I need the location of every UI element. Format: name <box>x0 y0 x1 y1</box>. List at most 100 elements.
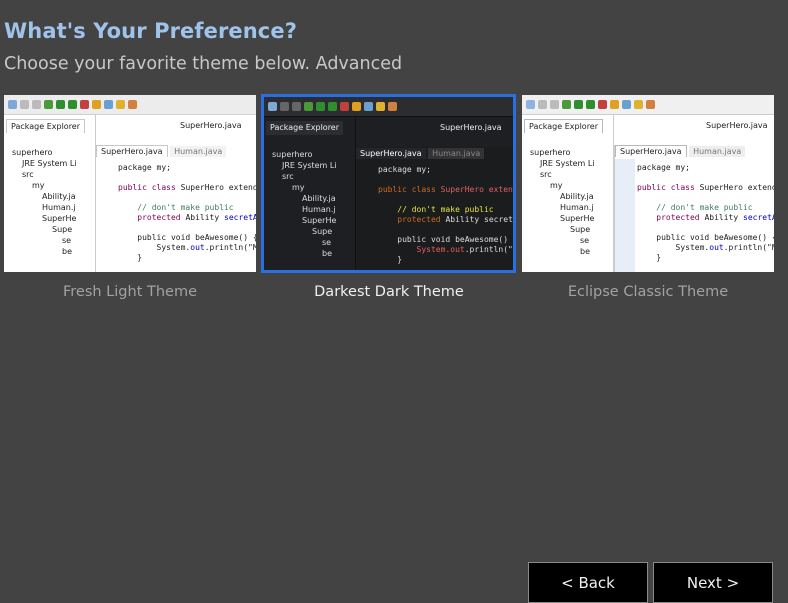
code-keyword: public class <box>378 185 436 194</box>
tree-item: src <box>540 170 552 179</box>
editor-pane: SuperHero.java Human.java package my; pu… <box>96 145 256 272</box>
tree-item: Ability.ja <box>302 194 336 203</box>
editor-tab-inactive: Human.java <box>689 146 746 157</box>
code-comment: // don't make public <box>137 203 234 212</box>
code-field: secretAbi <box>484 215 513 224</box>
editor-top-tab: SuperHero.java <box>706 121 768 130</box>
editor-pane: SuperHero.java Human.java package my; pu… <box>614 145 774 272</box>
package-explorer-pane: Package Explorer superhero JRE System Li… <box>522 115 614 272</box>
editor-top-tab: SuperHero.java <box>180 121 242 130</box>
code-text: SuperHero extends <box>699 183 774 192</box>
tree-item: Human.j <box>42 203 76 212</box>
code-line: package my; <box>637 163 690 172</box>
tree-item: se <box>62 236 72 245</box>
code-field: out <box>709 243 724 252</box>
editor-tabs: SuperHero.java Human.java <box>615 145 746 159</box>
code-field: secretAbi <box>224 213 256 222</box>
next-button[interactable]: Next > <box>653 562 773 603</box>
tree-item: JRE System Li <box>22 159 77 168</box>
code-keyword: protected <box>397 215 441 224</box>
light-ide-preview: Package Explorer superhero JRE System Li… <box>4 95 256 272</box>
editor-tabs: SuperHero.java Human.java <box>96 145 227 159</box>
tree-item: be <box>62 247 72 256</box>
code-line: } <box>137 253 143 262</box>
package-explorer-pane: Package Explorer superhero JRE System Li… <box>4 115 96 272</box>
package-explorer-pane: Package Explorer superhero JRE System Li… <box>264 117 356 270</box>
theme-darkest-dark-preview[interactable]: Package Explorer superhero JRE System Li… <box>261 94 516 273</box>
tree-item: my <box>292 183 305 192</box>
theme-fresh-light-preview[interactable]: Package Explorer superhero JRE System Li… <box>4 95 256 272</box>
tree-item: superhero <box>530 148 571 157</box>
editor-tab-active: SuperHero.java <box>96 145 168 157</box>
code-text: System. <box>416 245 451 254</box>
code-field: secretAbi <box>743 213 774 222</box>
code-keyword: protected <box>656 213 700 222</box>
editor-tab-active: SuperHero.java <box>356 148 426 159</box>
code-line: } <box>656 253 662 262</box>
code-text: Ability <box>704 213 739 222</box>
editor-pane: SuperHero.java Human.java package my; pu… <box>356 147 513 270</box>
code-text: System. <box>675 243 710 252</box>
code-line: public void beAwesome() { <box>656 233 774 242</box>
page-subtitle: Choose your favorite theme below. Advanc… <box>4 54 403 74</box>
tree-item: se <box>580 236 590 245</box>
project-tree: superhero JRE System Li src my Ability.j… <box>526 147 595 257</box>
code-view: package my; public class SuperHero exten… <box>378 165 513 265</box>
toolbar <box>264 97 513 117</box>
editor-top-tab: SuperHero.java <box>440 123 502 132</box>
editor-gutter <box>615 159 635 272</box>
code-text: .println("My <box>204 243 256 252</box>
back-button[interactable]: < Back <box>528 562 648 603</box>
dark-ide-preview: Package Explorer superhero JRE System Li… <box>264 97 513 270</box>
tree-item: JRE System Li <box>282 161 337 170</box>
classic-ide-preview: Package Explorer superhero JRE System Li… <box>522 95 774 272</box>
page-title: What's Your Preference? <box>4 19 297 43</box>
code-keyword: protected <box>137 213 181 222</box>
project-tree: superhero JRE System Li src my Ability.j… <box>268 149 337 259</box>
theme-eclipse-classic-preview[interactable]: Package Explorer superhero JRE System Li… <box>522 95 774 272</box>
tree-item: Ability.ja <box>560 192 594 201</box>
tree-item: JRE System Li <box>540 159 595 168</box>
tree-item: SuperHe <box>42 214 77 223</box>
theme-darkest-dark-label[interactable]: Darkest Dark Theme <box>263 284 515 300</box>
tree-item: Supe <box>570 225 591 234</box>
editor-tab-active: SuperHero.java <box>615 145 687 157</box>
code-line: public void beAwesome() { <box>137 233 256 242</box>
theme-fresh-light-label[interactable]: Fresh Light Theme <box>4 284 256 300</box>
tree-item: superhero <box>12 148 53 157</box>
tree-item: Human.j <box>302 205 336 214</box>
code-comment: // don't make public <box>397 205 494 214</box>
tree-item: Human.j <box>560 203 594 212</box>
theme-eclipse-classic-label[interactable]: Eclipse Classic Theme <box>522 284 774 300</box>
package-explorer-tab: Package Explorer <box>6 119 86 133</box>
code-line: public void beAwesome() { <box>397 235 513 244</box>
code-field: out <box>450 245 465 254</box>
code-text: .println("My <box>464 245 513 254</box>
tree-item: Supe <box>52 225 73 234</box>
package-explorer-tab: Package Explorer <box>266 121 344 135</box>
editor-tabs: SuperHero.java Human.java <box>356 148 485 161</box>
project-tree: superhero JRE System Li src my Ability.j… <box>8 147 77 257</box>
tree-item: be <box>580 247 590 256</box>
code-comment: // don't make public <box>656 203 753 212</box>
tree-item: SuperHe <box>302 216 337 225</box>
tree-item: superhero <box>272 150 313 159</box>
tree-item: src <box>282 172 294 181</box>
tree-item: Supe <box>312 227 333 236</box>
tree-item: my <box>550 181 563 190</box>
tree-item: src <box>22 170 34 179</box>
code-line: } <box>397 255 403 264</box>
tree-item: Ability.ja <box>42 192 76 201</box>
toolbar <box>522 95 774 115</box>
code-keyword: public class <box>637 183 695 192</box>
code-keyword: public class <box>118 183 176 192</box>
tree-item: SuperHe <box>560 214 595 223</box>
tree-item: se <box>322 238 332 247</box>
package-explorer-tab: Package Explorer <box>524 119 604 133</box>
code-text: .println("My <box>723 243 774 252</box>
code-text: System. <box>156 243 191 252</box>
editor-tab-inactive: Human.java <box>428 148 485 159</box>
code-text: SuperHero extends <box>180 183 256 192</box>
toolbar <box>4 95 256 115</box>
tree-item: my <box>32 181 45 190</box>
